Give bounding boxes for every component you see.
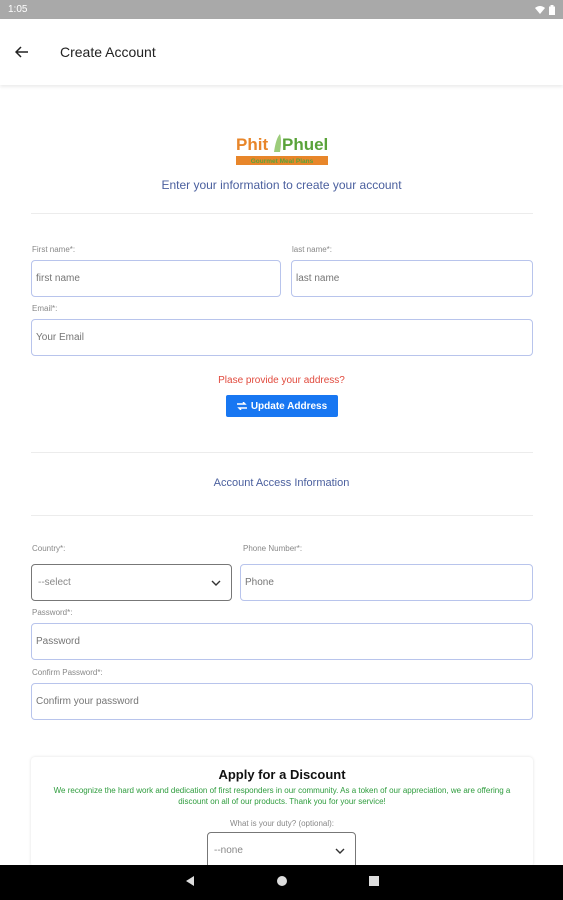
chevron-down-icon (335, 848, 345, 854)
discount-card: Apply for a Discount We recognize the ha… (31, 757, 533, 865)
nav-recents-button[interactable] (368, 874, 380, 892)
duty-value: --none (214, 845, 243, 856)
duty-label: What is your duty? (optional): (229, 819, 335, 828)
nav-back-button[interactable] (184, 874, 196, 892)
svg-text:Gourmet Meal Plans: Gourmet Meal Plans (251, 158, 314, 165)
email-label: Email*: (32, 304, 58, 313)
update-address-button[interactable]: Update Address (226, 395, 338, 417)
system-nav-bar (0, 865, 563, 900)
discount-title: Apply for a Discount (218, 767, 346, 782)
password-input[interactable] (31, 623, 533, 660)
duty-select[interactable]: --none (207, 832, 356, 865)
country-label: Country*: (32, 544, 66, 553)
brand-logo: Phit Phuel Gourmet Meal Plans (234, 130, 330, 170)
last-name-input[interactable] (291, 260, 533, 297)
divider (31, 452, 533, 453)
status-icons (535, 4, 555, 15)
triangle-back-icon (185, 875, 194, 886)
status-time: 1:05 (8, 4, 28, 15)
confirm-password-label: Confirm Password*: (32, 668, 103, 677)
phone-label: Phone Number*: (243, 544, 303, 553)
svg-text:Phit: Phit (236, 135, 268, 154)
svg-text:Phuel: Phuel (282, 135, 328, 154)
divider (31, 515, 533, 516)
first-name-label: First name*: (32, 245, 76, 254)
arrow-left-icon (15, 46, 28, 58)
circle-home-icon (276, 875, 287, 886)
email-input[interactable] (31, 319, 533, 356)
status-bar: 1:05 (0, 0, 563, 19)
nav-home-button[interactable] (276, 874, 288, 892)
confirm-password-input[interactable] (31, 683, 533, 720)
battery-icon (549, 4, 555, 15)
country-select[interactable]: --select (31, 564, 232, 601)
update-address-label: Update Address (250, 400, 328, 412)
back-button[interactable] (0, 30, 44, 74)
page-title: Create Account (60, 44, 156, 60)
divider (31, 213, 533, 214)
form-subtitle: Enter your information to create your ac… (161, 178, 402, 192)
square-recents-icon (368, 875, 379, 886)
discount-description: We recognize the hard work and dedicatio… (53, 786, 511, 806)
last-name-label: last name*: (292, 245, 333, 254)
first-name-input[interactable] (31, 260, 281, 297)
create-account-form[interactable]: Phit Phuel Gourmet Meal Plans Enter your… (0, 88, 563, 865)
country-value: --select (38, 577, 71, 588)
chevron-down-icon (211, 580, 221, 586)
address-warning: Plase provide your address? (218, 375, 345, 386)
app-bar: Create Account (0, 19, 563, 85)
password-label: Password*: (32, 608, 73, 617)
wifi-icon (535, 5, 545, 14)
account-access-title: Account Access Information (213, 477, 350, 489)
swap-icon (236, 402, 247, 410)
phone-input[interactable] (240, 564, 533, 601)
